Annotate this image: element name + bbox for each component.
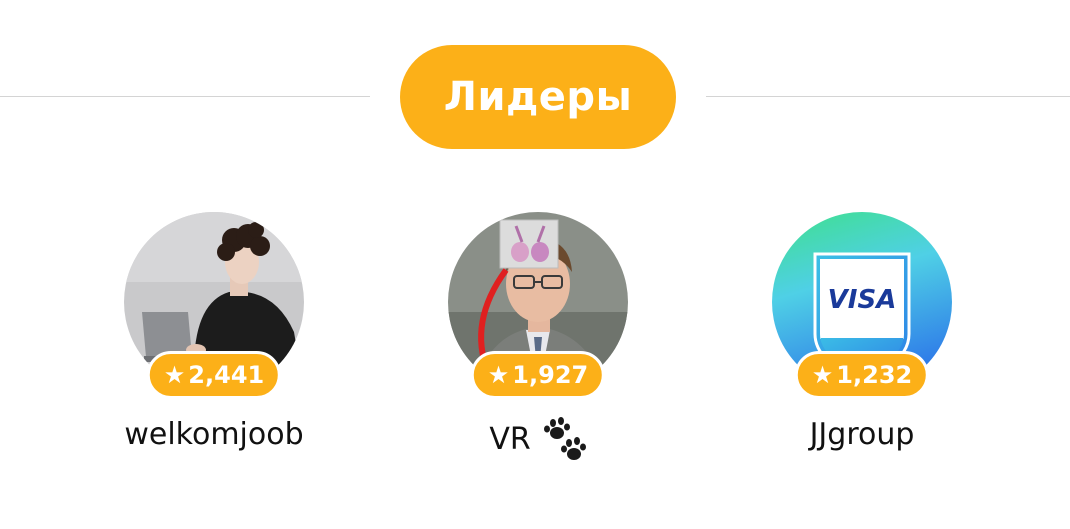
star-icon: ★ [811,361,834,389]
divider-left [0,96,370,97]
visa-logo-text: VISA [828,285,897,315]
score-badge: ★ 1,232 [794,351,930,399]
leader-name-text: welkomjoob [124,417,304,452]
score-badge: ★ 1,927 [470,351,606,399]
leader-name: welkomjoob [94,417,334,452]
leader-name: JJgroup [742,417,982,452]
leader-name: VR [418,417,658,461]
star-icon: ★ [163,361,186,389]
score-value: 1,927 [512,361,589,389]
leader-name-text: VR [489,421,531,457]
divider-right [706,96,1070,97]
leader-card-2[interactable]: ★ 1,927 VR [418,212,658,472]
leader-card-3[interactable]: VISA ★ 1,232 JJgroup [742,212,982,472]
leader-name-text: JJgroup [809,417,915,452]
leader-card-1[interactable]: ★ 2,441 welkomjoob [94,212,334,472]
score-value: 1,232 [836,361,913,389]
score-value: 2,441 [188,361,265,389]
star-icon: ★ [487,361,510,389]
score-badge: ★ 2,441 [146,351,282,399]
paw-prints-icon [543,417,587,461]
leaders-header-pill: Лидеры [400,45,676,149]
